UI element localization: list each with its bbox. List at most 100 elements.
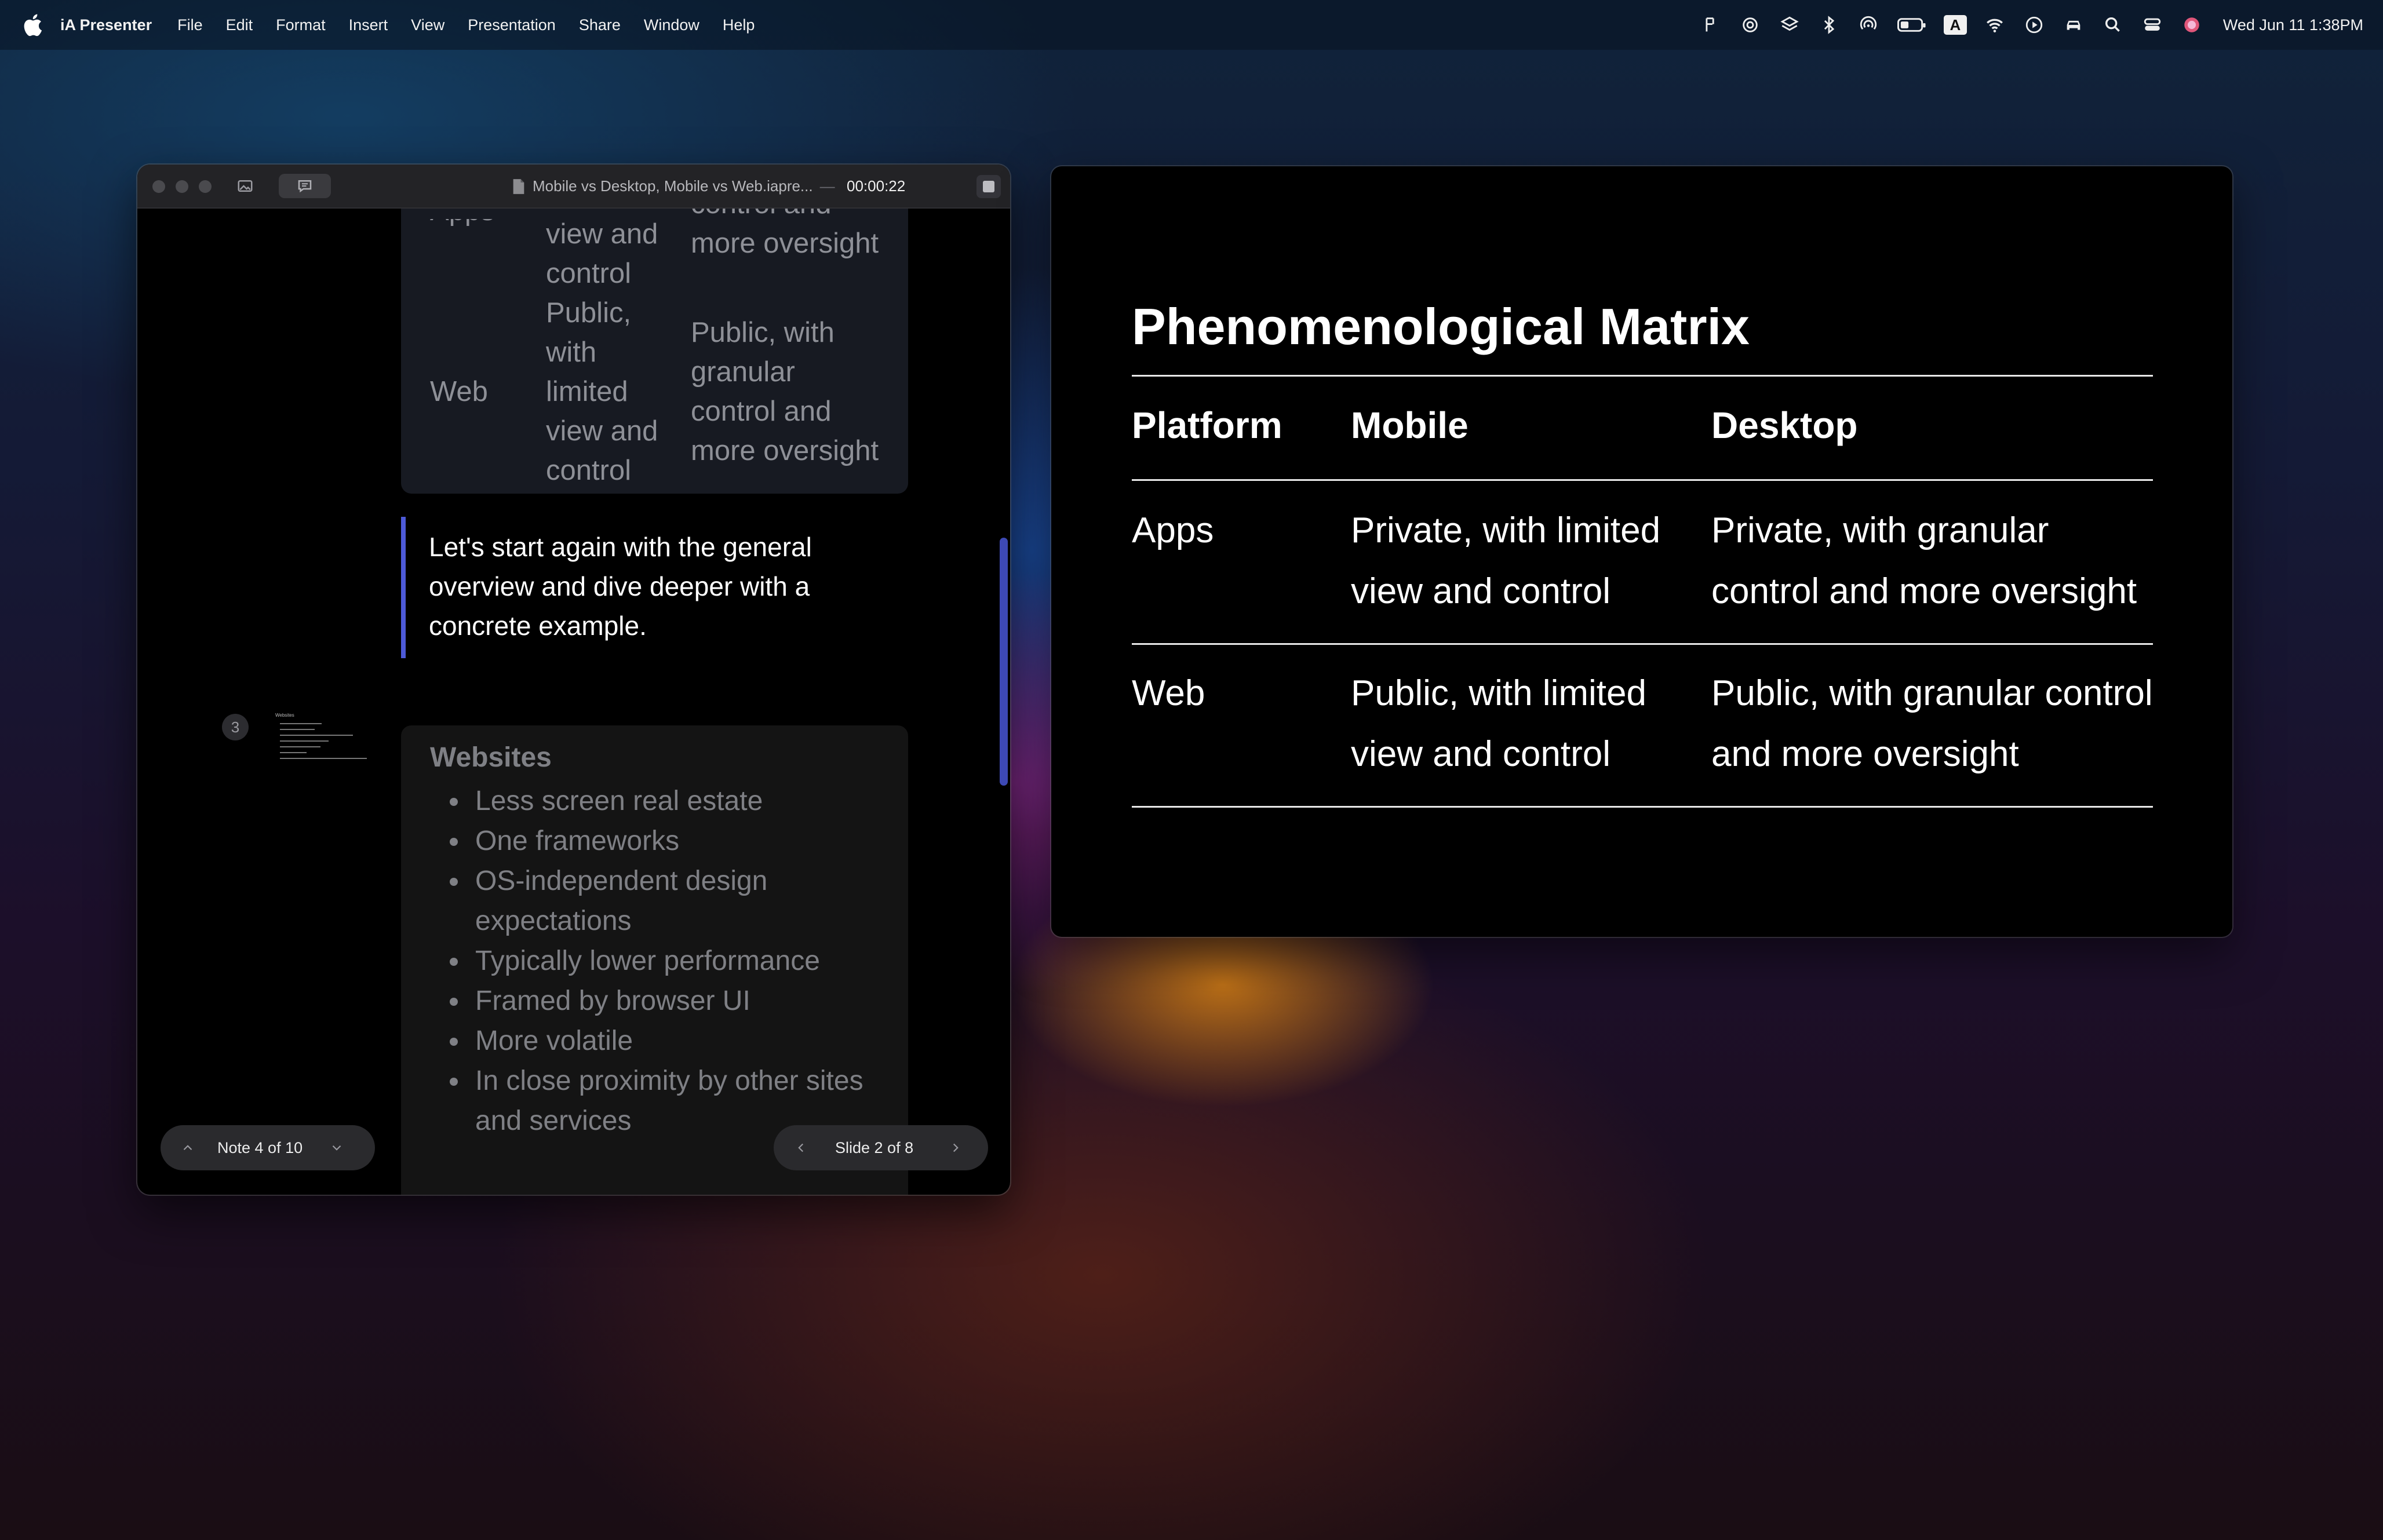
- chevron-left-icon[interactable]: [793, 1140, 808, 1155]
- image-icon: [238, 180, 253, 192]
- chevron-up-icon[interactable]: [180, 1140, 195, 1155]
- header-rule: [1132, 479, 2153, 481]
- slide-title: Phenomenological Matrix: [1132, 298, 1750, 355]
- row2-desktop-line3: control and: [691, 396, 832, 427]
- thumbnail-line: [280, 740, 329, 742]
- websites-bullet-list: Less screen real estate One frameworks O…: [430, 781, 894, 1141]
- menu-view[interactable]: View: [411, 16, 444, 34]
- thumbnail-line: [280, 729, 315, 730]
- table-bottom-rule: [1132, 806, 2153, 808]
- car-icon[interactable]: [2062, 13, 2085, 37]
- control-center-icon[interactable]: [2141, 13, 2164, 37]
- row2-mobile-line2: with: [546, 337, 597, 368]
- speaker-note-text[interactable]: Let's start again with the general overv…: [429, 527, 892, 645]
- speech-bubble-icon: [298, 180, 312, 193]
- header-mobile: Mobile: [1351, 404, 1469, 446]
- document-icon: [513, 178, 524, 194]
- openai-icon[interactable]: [1739, 13, 1762, 37]
- menu-bar: iA Presenter File Edit Format Insert Vie…: [0, 0, 2383, 50]
- bluetooth-icon[interactable]: [1817, 13, 1841, 37]
- list-item: OS-independent design expectations: [430, 861, 894, 941]
- title-separator: —: [819, 177, 835, 195]
- row-divider: [1132, 643, 2153, 645]
- slide-thumbnail[interactable]: Websites: [275, 713, 368, 769]
- row2-desktop-line4: more oversight: [691, 435, 879, 466]
- play-icon[interactable]: [2023, 13, 2046, 37]
- slide-navigator: Slide 2 of 8: [774, 1125, 988, 1170]
- thumbnail-line: [280, 746, 320, 747]
- row2-desktop-line2: granular: [691, 356, 795, 388]
- row-web-desktop-line2: and more oversight: [1711, 734, 2019, 774]
- notes-toggle-button[interactable]: [279, 174, 331, 198]
- row2-desktop-line1: Public, with: [691, 317, 835, 348]
- row-apps-desktop-line1: Private, with granular: [1711, 510, 2049, 550]
- image-toggle-button[interactable]: [230, 174, 260, 198]
- list-item: Framed by browser UI: [430, 981, 894, 1021]
- wifi-icon[interactable]: [1983, 13, 2006, 37]
- slide-number-badge: 3: [222, 714, 249, 740]
- menu-help[interactable]: Help: [723, 16, 755, 34]
- thumbnail-line: [280, 752, 307, 753]
- slide-preview-window: Phenomenological Matrix Platform Mobile …: [1051, 166, 2232, 937]
- document-name: Mobile vs Desktop, Mobile vs Web.iapre..…: [533, 177, 813, 195]
- list-item: Less screen real estate: [430, 781, 894, 821]
- layers-icon[interactable]: [1778, 13, 1801, 37]
- row-web-platform: Web: [1132, 673, 1205, 713]
- menu-share[interactable]: Share: [579, 16, 621, 34]
- active-speaker-note[interactable]: Let's start again with the general overv…: [401, 517, 908, 658]
- thumbnail-line: [280, 758, 367, 759]
- minimize-window-button[interactable]: [176, 180, 188, 193]
- table-top-rule: [1132, 375, 2153, 377]
- airdrop-icon[interactable]: [1857, 13, 1880, 37]
- menu-edit[interactable]: Edit: [226, 16, 253, 34]
- row1-desktop-line2: more oversight: [691, 228, 879, 259]
- presentation-timer: 00:00:22: [847, 177, 906, 195]
- notes-scroll-area[interactable]: Apps view and control control and more o…: [137, 209, 1010, 1195]
- row1-desktop-line1: control and: [691, 209, 831, 224]
- note-navigator: Note 4 of 10: [161, 1125, 375, 1170]
- row-apps-mobile-line2: view and control: [1351, 571, 1611, 611]
- list-item: Typically lower performance: [430, 941, 894, 981]
- scrollbar-thumb[interactable]: [1000, 538, 1008, 786]
- row2-mobile-line4: view and: [546, 415, 658, 447]
- close-window-button[interactable]: [152, 180, 165, 193]
- header-desktop: Desktop: [1711, 404, 1858, 446]
- row2-mobile-line5: control: [546, 455, 632, 486]
- menu-file[interactable]: File: [177, 16, 203, 34]
- apple-logo-icon[interactable]: [21, 12, 43, 38]
- header-platform: Platform: [1132, 404, 1282, 446]
- menu-clock[interactable]: Wed Jun 11 1:38PM: [2223, 16, 2363, 34]
- thumbnail-line: [280, 735, 353, 736]
- stop-icon: [983, 181, 994, 192]
- menu-window[interactable]: Window: [644, 16, 699, 34]
- search-icon[interactable]: [2101, 13, 2125, 37]
- websites-heading: Websites: [430, 742, 552, 773]
- thumbnail-line: [280, 723, 322, 724]
- menu-insert[interactable]: Insert: [349, 16, 388, 34]
- row-apps-mobile-line1: Private, with limited: [1351, 510, 1661, 550]
- menu-format[interactable]: Format: [276, 16, 326, 34]
- document-title: Mobile vs Desktop, Mobile vs Web.iapre..…: [512, 177, 835, 195]
- chevron-right-icon[interactable]: [948, 1140, 963, 1155]
- thumbnail-heading: Websites: [275, 713, 294, 718]
- row2-mobile-line1: Public,: [546, 297, 632, 329]
- input-source-icon[interactable]: A: [1943, 13, 1967, 37]
- zoom-window-button[interactable]: [199, 180, 212, 193]
- note-counter: Note 4 of 10: [217, 1138, 303, 1156]
- chevron-down-icon[interactable]: [329, 1140, 344, 1155]
- presenter-window: Mobile vs Desktop, Mobile vs Web.iapre..…: [137, 165, 1010, 1195]
- row1-mobile-line1: view and: [546, 218, 658, 250]
- table-slide-card: Apps view and control control and more o…: [401, 209, 908, 494]
- fork-icon[interactable]: [1699, 13, 1722, 37]
- row-apps-platform: Apps: [1132, 510, 1214, 550]
- title-bar: Mobile vs Desktop, Mobile vs Web.iapre..…: [137, 165, 1010, 209]
- row2-platform: Web: [430, 376, 488, 407]
- row1-mobile-line2: control: [546, 258, 632, 289]
- siri-icon[interactable]: [2180, 13, 2203, 37]
- battery-icon[interactable]: [1896, 13, 1927, 37]
- row-web-mobile-line1: Public, with limited: [1351, 673, 1646, 713]
- row2-mobile-line3: limited: [546, 376, 628, 407]
- menu-app-name[interactable]: iA Presenter: [60, 16, 152, 34]
- menu-presentation[interactable]: Presentation: [468, 16, 556, 34]
- stop-button[interactable]: [976, 175, 1001, 198]
